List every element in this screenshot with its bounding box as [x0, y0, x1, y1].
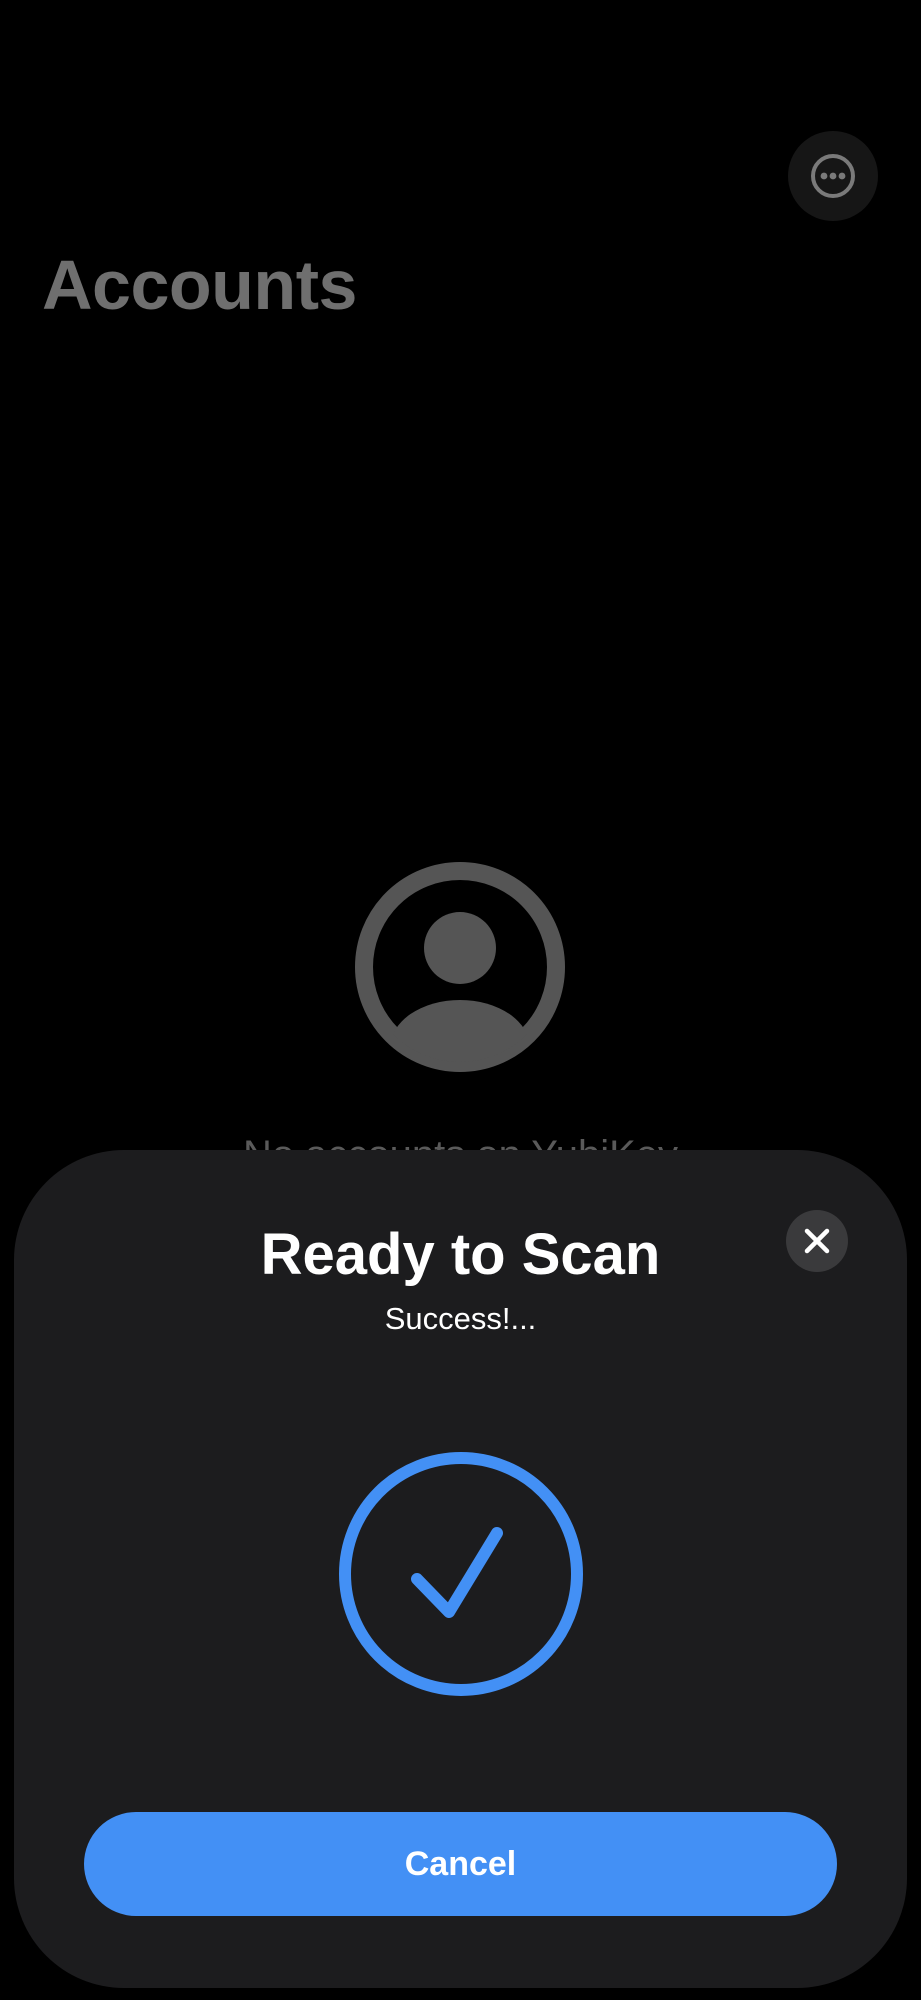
scan-sheet-title: Ready to Scan — [260, 1222, 661, 1287]
scan-status-text: Success!... — [384, 1301, 537, 1336]
ellipsis-circle-icon — [811, 154, 855, 198]
cancel-button[interactable]: Cancel — [84, 1812, 837, 1916]
scan-sheet: Ready to Scan Success!... Cancel — [14, 1150, 907, 1988]
person-circle-icon — [355, 862, 565, 1072]
more-options-button[interactable] — [788, 131, 878, 221]
checkmark-circle-icon — [339, 1452, 583, 1696]
page-title: Accounts — [42, 246, 357, 324]
